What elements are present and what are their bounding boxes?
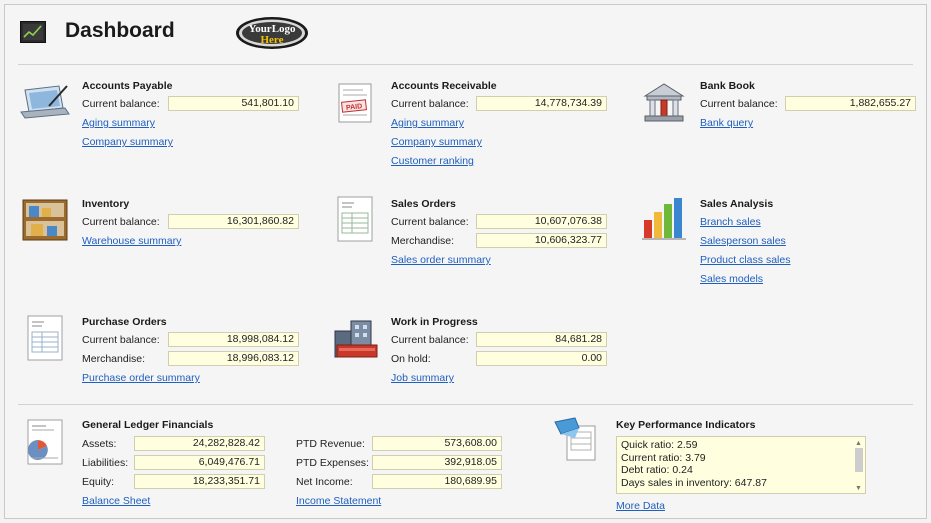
work-in-progress-title: Work in Progress xyxy=(391,316,478,328)
current-balance-label: Current balance: xyxy=(391,334,469,346)
kpi-list-box[interactable]: Quick ratio: 2.59 Current ratio: 3.79 De… xyxy=(616,436,866,494)
branch-sales-link[interactable]: Branch sales xyxy=(700,216,761,228)
shelf-boxes-icon xyxy=(22,199,68,241)
net-income-value: 180,689.95 xyxy=(372,474,502,489)
paid-invoice-icon: PAID xyxy=(338,83,372,123)
equity-label: Equity: xyxy=(82,476,115,488)
factory-icon xyxy=(334,320,378,358)
header-divider xyxy=(18,64,913,65)
sales-models-link[interactable]: Sales models xyxy=(700,273,763,285)
ptd-revenue-value: 573,608.00 xyxy=(372,436,502,451)
equity-value: 18,233,351.71 xyxy=(134,474,265,489)
current-balance-value: 18,998,084.12 xyxy=(168,332,299,347)
assets-label: Assets: xyxy=(82,438,117,450)
current-balance-label: Current balance: xyxy=(82,216,160,228)
quick-ratio-line: Quick ratio: 2.59 xyxy=(621,439,698,451)
chart-line-icon xyxy=(20,21,46,43)
accounts-receivable-title: Accounts Receivable xyxy=(391,80,497,92)
purchase-order-document-icon xyxy=(27,315,63,361)
bank-book-title: Bank Book xyxy=(700,80,755,92)
current-balance-value: 16,301,860.82 xyxy=(168,214,299,229)
current-balance-value: 14,778,734.39 xyxy=(476,96,607,111)
current-balance-label: Current balance: xyxy=(391,98,469,110)
sales-analysis-title: Sales Analysis xyxy=(700,198,774,210)
sales-order-document-icon xyxy=(337,196,373,242)
purchase-orders-title: Purchase Orders xyxy=(82,316,167,328)
bar-chart-icon xyxy=(642,198,686,240)
current-ratio-line: Current ratio: 3.79 xyxy=(621,451,706,464)
merchandise-value: 10,606,323.77 xyxy=(476,233,607,248)
income-statement-link[interactable]: Income Statement xyxy=(296,495,381,507)
scroll-thumb[interactable] xyxy=(855,448,863,472)
company-logo: YourLogo Here xyxy=(236,17,308,49)
bank-building-icon xyxy=(643,83,685,122)
kpi-documents-icon xyxy=(554,417,596,461)
ptd-revenue-label: PTD Revenue: xyxy=(296,438,365,450)
current-balance-label: Current balance: xyxy=(82,98,160,110)
ptd-expenses-label: PTD Expenses: xyxy=(296,457,369,469)
current-balance-label: Current balance: xyxy=(82,334,160,346)
days-sales-inventory-line: Days sales in inventory: 647.87 xyxy=(621,476,767,489)
product-class-sales-link[interactable]: Product class sales xyxy=(700,254,790,266)
merchandise-label: Merchandise: xyxy=(82,353,146,365)
laptop-pen-icon xyxy=(20,85,70,119)
ledger-report-icon xyxy=(27,419,63,465)
current-balance-value: 84,681.28 xyxy=(476,332,607,347)
kpi-title: Key Performance Indicators xyxy=(616,419,756,431)
sales-orders-title: Sales Orders xyxy=(391,198,456,210)
on-hold-value: 0.00 xyxy=(476,351,607,366)
ptd-expenses-value: 392,918.05 xyxy=(372,455,502,470)
current-balance-value: 10,607,076.38 xyxy=(476,214,607,229)
current-balance-value: 541,801.10 xyxy=(168,96,299,111)
net-income-label: Net Income: xyxy=(296,476,353,488)
job-summary-link[interactable]: Job summary xyxy=(391,372,454,384)
on-hold-label: On hold: xyxy=(391,353,431,365)
scroll-down-icon[interactable]: ▼ xyxy=(855,483,862,496)
merchandise-value: 18,996,083.12 xyxy=(168,351,299,366)
salesperson-sales-link[interactable]: Salesperson sales xyxy=(700,235,786,247)
balance-sheet-link[interactable]: Balance Sheet xyxy=(82,495,150,507)
liabilities-value: 6,049,476.71 xyxy=(134,455,265,470)
customer-ranking-link[interactable]: Customer ranking xyxy=(391,155,474,167)
liabilities-label: Liabilities: xyxy=(82,457,129,469)
section-divider xyxy=(18,404,913,405)
svg-text:Here: Here xyxy=(260,34,283,46)
kpi-scrollbar[interactable]: ▲ ▼ xyxy=(853,437,865,493)
merchandise-label: Merchandise: xyxy=(391,235,455,247)
current-balance-value: 1,882,655.27 xyxy=(785,96,916,111)
accounts-payable-title: Accounts Payable xyxy=(82,80,173,92)
bank-query-link[interactable]: Bank query xyxy=(700,117,753,129)
general-ledger-title: General Ledger Financials xyxy=(82,419,214,431)
more-data-link[interactable]: More Data xyxy=(616,500,665,512)
sales-order-summary-link[interactable]: Sales order summary xyxy=(391,254,491,266)
warehouse-summary-link[interactable]: Warehouse summary xyxy=(82,235,181,247)
aging-summary-link[interactable]: Aging summary xyxy=(391,117,464,129)
aging-summary-link[interactable]: Aging summary xyxy=(82,117,155,129)
company-summary-link[interactable]: Company summary xyxy=(82,136,173,148)
inventory-title: Inventory xyxy=(82,198,130,210)
purchase-order-summary-link[interactable]: Purchase order summary xyxy=(82,372,200,384)
debt-ratio-line: Debt ratio: 0.24 xyxy=(621,464,693,476)
current-balance-label: Current balance: xyxy=(700,98,778,110)
company-summary-link[interactable]: Company summary xyxy=(391,136,482,148)
current-balance-label: Current balance: xyxy=(391,216,469,228)
page-title: Dashboard xyxy=(65,19,175,42)
assets-value: 24,282,828.42 xyxy=(134,436,265,451)
